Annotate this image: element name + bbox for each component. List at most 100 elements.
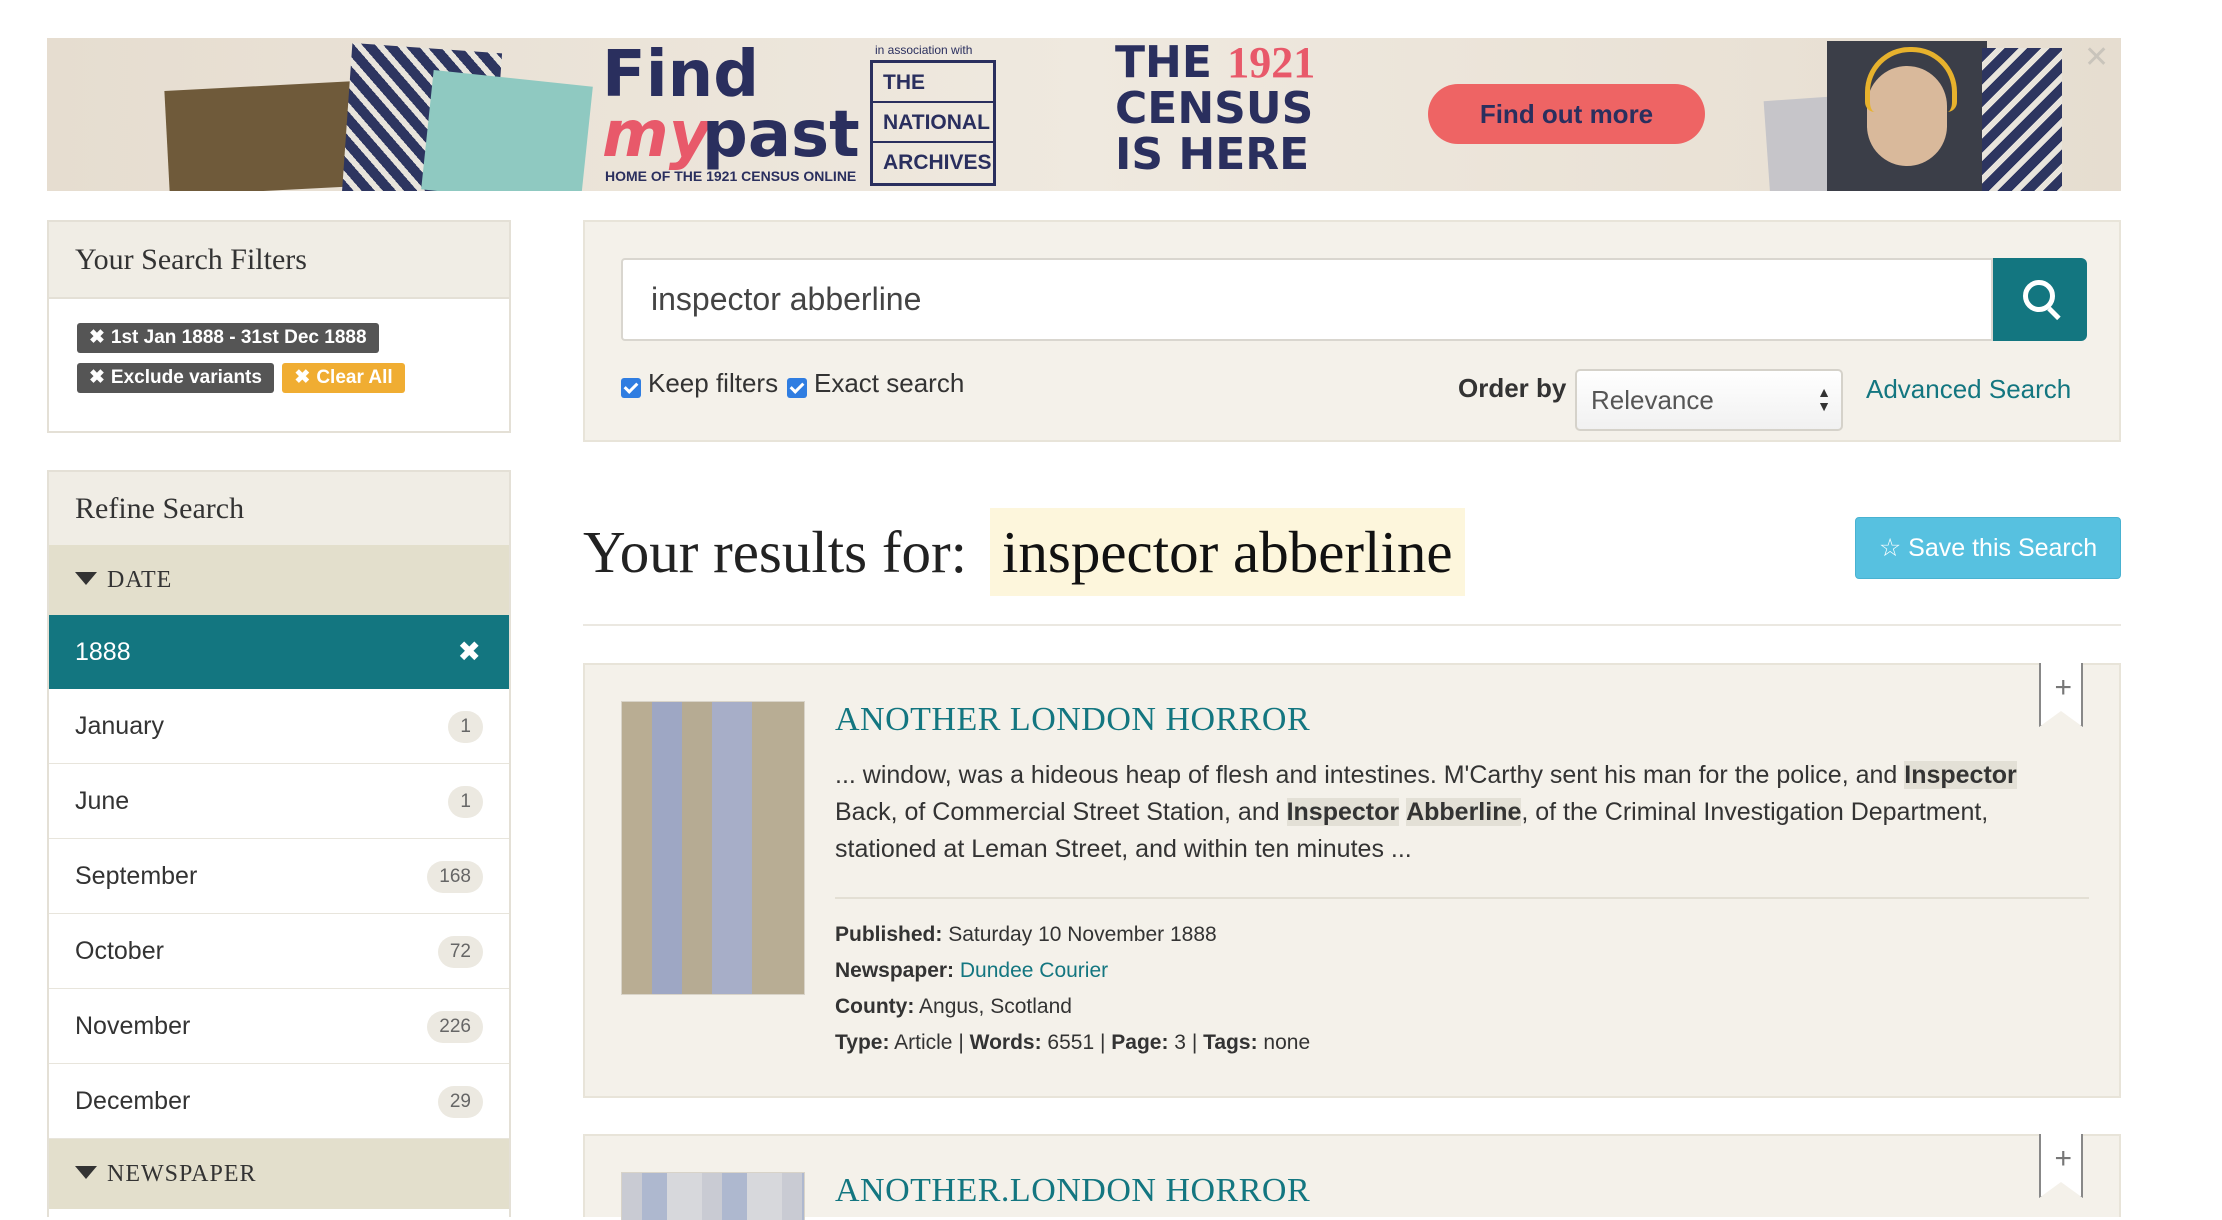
search-panel: inspector abberline Keep filters Exact s… <box>583 220 2121 442</box>
close-icon[interactable]: ✕ <box>2084 40 2109 75</box>
facet-item-october[interactable]: October 72 <box>49 914 509 989</box>
tna-line: ARCHIVES <box>883 151 992 174</box>
facet-active-label: 1888 <box>75 638 131 666</box>
find-out-more-button[interactable]: Find out more <box>1428 84 1705 144</box>
result-card: + ANOTHER LONDON HORROR ... window, was … <box>583 663 2121 1098</box>
facet-item-november[interactable]: November 226 <box>49 989 509 1064</box>
snippet-highlight: Inspector <box>1904 761 2017 789</box>
snippet-text: Back, of Commercial Street Station, and <box>835 798 1287 826</box>
meta-value: Angus, Scotland <box>919 995 1072 1018</box>
result-thumbnail[interactable] <box>621 701 805 995</box>
exact-search-checkbox[interactable] <box>787 378 807 398</box>
results-query-highlight: inspector abberline <box>990 508 1465 596</box>
meta-label: Newspaper: <box>835 959 955 982</box>
meta-value: 3 <box>1174 1031 1186 1054</box>
census-is-here: IS HERE <box>1115 129 1310 180</box>
facet-count-badge: 226 <box>427 1011 483 1043</box>
snippet-text: ... window, was a hideous heap of flesh … <box>835 761 1905 789</box>
national-archives-logo: THE NATIONAL ARCHIVES <box>870 60 996 186</box>
clear-all-label: Clear All <box>316 367 393 388</box>
filter-chip-date[interactable]: ✖ 1st Jan 1888 - 31st Dec 1888 <box>77 323 379 353</box>
meta-label: Published: <box>835 923 943 946</box>
facet-item-september[interactable]: September 168 <box>49 839 509 914</box>
meta-value: Article <box>894 1031 953 1054</box>
meta-label: Page: <box>1111 1031 1169 1054</box>
advanced-search-link[interactable]: Advanced Search <box>1866 374 2071 405</box>
facet-count-badge: 72 <box>437 936 483 968</box>
banner-pattern-right <box>1982 48 2062 191</box>
results-heading: Your results for: <box>583 519 968 585</box>
census-word: CENSUS <box>1115 83 1314 134</box>
facet-item-label: October <box>75 937 164 965</box>
banner-tagline: HOME OF THE 1921 CENSUS ONLINE <box>605 168 857 184</box>
filter-chips: ✖ 1st Jan 1888 - 31st Dec 1888 ✖ Exclude v… <box>49 299 509 403</box>
keep-filters-label: Keep filters <box>648 368 779 398</box>
census-year: 1921 <box>1227 38 1316 87</box>
facet-item-label: November <box>75 1012 191 1040</box>
facet-heading-label: NEWSPAPER <box>107 1161 257 1187</box>
search-icon-handle <box>2047 306 2061 321</box>
bookmark-plus-icon[interactable]: + <box>2054 673 2072 703</box>
results-divider <box>583 624 2121 626</box>
refine-search-panel: Refine Search DATE 1888 ✖ January 1 June 1… <box>47 470 511 1217</box>
facet-heading-newspaper[interactable]: NEWSPAPER <box>49 1139 509 1209</box>
filter-chip-label: 1st Jan 1888 - 31st Dec 1888 <box>110 327 367 348</box>
exact-search-label: Exact search <box>814 368 965 398</box>
result-snippet: ... window, was a hideous heap of flesh … <box>835 757 2070 868</box>
census-the: THE <box>1115 38 1212 88</box>
keep-filters-checkbox[interactable] <box>621 378 641 398</box>
select-arrows-icon: ▲ ▼ <box>1817 384 1831 414</box>
snippet-highlight: Inspector <box>1286 798 1400 826</box>
filter-chip-label: Exclude variants <box>110 367 262 388</box>
facet-active-year[interactable]: 1888 ✖ <box>49 615 509 689</box>
bookmark-plus-icon[interactable]: + <box>2054 1144 2072 1174</box>
filter-chip-exclude-variants[interactable]: ✖ Exclude variants <box>77 363 274 393</box>
facet-item-january[interactable]: January 1 <box>49 689 509 764</box>
meta-label: Words: <box>969 1031 1042 1054</box>
facet-heading-date[interactable]: DATE <box>49 545 509 615</box>
facet-item-label: January <box>75 712 164 740</box>
card-divider <box>835 897 2089 899</box>
facet-heading-label: DATE <box>107 567 173 593</box>
star-icon: ☆ <box>1878 534 1909 562</box>
meta-label: Tags: <box>1203 1031 1258 1054</box>
refine-search-title: Refine Search <box>49 472 509 545</box>
close-icon: ✖ <box>294 367 311 388</box>
facet-count-badge: 29 <box>437 1086 483 1118</box>
result-title-link[interactable]: ANOTHER LONDON HORROR <box>835 701 1310 739</box>
tna-line: THE <box>873 63 993 103</box>
facet-item-december[interactable]: December 29 <box>49 1064 509 1139</box>
meta-value: Saturday 10 November 1888 <box>948 923 1217 946</box>
clear-all-button[interactable]: ✖ Clear All <box>282 363 405 393</box>
banner-logo-my: my <box>602 98 711 172</box>
order-by-label: Order by <box>1458 373 1567 403</box>
meta-label: County: <box>835 995 915 1018</box>
result-thumbnail[interactable] <box>621 1172 805 1220</box>
facet-item-label: June <box>75 787 130 815</box>
portrait-halo <box>1865 47 1957 112</box>
facet-item-label: September <box>75 862 198 890</box>
meta-published: Published: Saturday 10 November 1888 <box>835 917 1217 953</box>
facet-count-badge: 1 <box>448 711 483 743</box>
order-by-select[interactable]: Relevance ▲ ▼ <box>1575 369 1843 431</box>
meta-value: 6551 <box>1047 1031 1095 1054</box>
findmypast-banner-ad[interactable]: Find my past HOME OF THE 1921 CENSUS ONL… <box>47 38 2121 191</box>
meta-label: Type: <box>835 1031 890 1054</box>
facet-item-label: December <box>75 1087 191 1115</box>
save-search-button[interactable]: ☆ Save this Search <box>1855 517 2121 579</box>
result-title-link[interactable]: ANOTHER.LONDON HORROR <box>835 1172 1310 1210</box>
search-filters-panel: Your Search Filters ✖ 1st Jan 1888 - 31st… <box>47 220 511 433</box>
facet-count-badge: 168 <box>427 861 483 893</box>
facet-item-june[interactable]: June 1 <box>49 764 509 839</box>
search-button[interactable] <box>1993 258 2087 341</box>
banner-logo-past: past <box>702 98 860 172</box>
save-search-label: Save this Search <box>1908 534 2098 562</box>
search-filters-title: Your Search Filters <box>49 222 509 299</box>
close-icon[interactable]: ✖ <box>458 615 481 689</box>
banner-association: in association with <box>875 43 973 57</box>
meta-county: County: Angus, Scotland <box>835 989 1072 1025</box>
newspaper-link[interactable]: Dundee Courier <box>960 959 1108 982</box>
meta-newspaper: Newspaper: Dundee Courier <box>835 953 1108 989</box>
tna-line: NATIONAL <box>873 103 993 143</box>
search-input[interactable]: inspector abberline <box>621 258 1993 341</box>
